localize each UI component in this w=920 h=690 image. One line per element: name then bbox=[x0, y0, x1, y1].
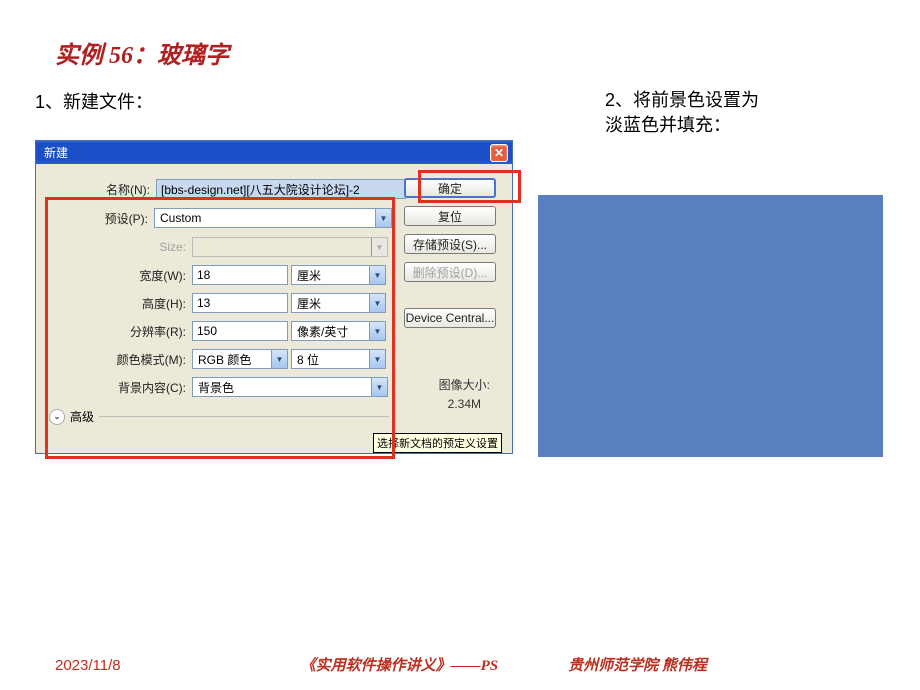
step-2-text: 2、将前景色设置为淡蓝色并填充： bbox=[605, 88, 765, 138]
device-central-button[interactable]: Device Central... bbox=[404, 308, 496, 328]
preset-label: 预设(P): bbox=[58, 210, 148, 227]
width-label: 宽度(W): bbox=[96, 267, 186, 284]
blue-fill-swatch bbox=[538, 195, 883, 457]
color-mode-label: 颜色模式(M): bbox=[96, 351, 186, 368]
height-unit: 厘米 bbox=[297, 295, 321, 312]
preset-value: Custom bbox=[160, 211, 201, 225]
chevron-down-icon: ▼ bbox=[369, 350, 385, 368]
name-label: 名称(N): bbox=[94, 181, 150, 198]
color-bit-select[interactable]: 8 位 ▼ bbox=[291, 349, 386, 369]
dialog-title: 新建 bbox=[44, 144, 68, 161]
footer: 2023/11/8 《实用软件操作讲义》——PS 贵州师范学院 熊伟程 bbox=[0, 654, 920, 675]
resolution-input[interactable] bbox=[192, 321, 288, 341]
button-column: 确定 复位 存储预设(S)... 删除预设(D)... Device Centr… bbox=[404, 178, 496, 336]
ok-button[interactable]: 确定 bbox=[404, 178, 496, 198]
size-select: ▼ bbox=[192, 237, 388, 257]
dialog-body: 名称(N): 预设(P): Custom ▼ Size: ▼ 宽度(W): 厘米 bbox=[36, 164, 512, 453]
bg-content-select[interactable]: 背景色 ▼ bbox=[192, 377, 388, 397]
chevron-down-icon: ▼ bbox=[375, 209, 391, 227]
step-1-text: 1、新建文件： bbox=[35, 88, 153, 114]
resolution-unit: 像素/英寸 bbox=[297, 323, 348, 340]
size-label: Size: bbox=[96, 240, 186, 254]
footer-date: 2023/11/8 bbox=[55, 657, 121, 674]
advanced-label: 高级 bbox=[70, 408, 94, 425]
slide-title: 实例 56：玻璃字 bbox=[55, 35, 229, 70]
chevron-down-icon: ⌄ bbox=[49, 409, 65, 425]
color-mode-select[interactable]: RGB 颜色 ▼ bbox=[192, 349, 288, 369]
width-unit: 厘米 bbox=[297, 267, 321, 284]
footer-center: 《实用软件操作讲义》——PS bbox=[301, 654, 499, 675]
color-bit-value: 8 位 bbox=[297, 351, 319, 368]
close-icon[interactable]: ✕ bbox=[490, 144, 508, 162]
bg-content-value: 背景色 bbox=[198, 379, 234, 396]
width-unit-select[interactable]: 厘米 ▼ bbox=[291, 265, 386, 285]
separator bbox=[99, 416, 389, 417]
reset-button[interactable]: 复位 bbox=[404, 206, 496, 226]
new-file-dialog: 新建 ✕ 名称(N): 预设(P): Custom ▼ Size: ▼ 宽度( bbox=[35, 140, 513, 454]
delete-preset-button: 删除预设(D)... bbox=[404, 262, 496, 282]
chevron-down-icon: ▼ bbox=[271, 350, 287, 368]
preset-tooltip: 选择新文档的预定义设置 bbox=[373, 433, 502, 453]
color-mode-value: RGB 颜色 bbox=[198, 351, 251, 368]
bg-content-label: 背景内容(C): bbox=[96, 379, 186, 396]
chevron-down-icon: ▼ bbox=[371, 238, 387, 256]
name-input[interactable] bbox=[156, 179, 406, 199]
width-input[interactable] bbox=[192, 265, 288, 285]
resolution-label: 分辨率(R): bbox=[96, 323, 186, 340]
height-unit-select[interactable]: 厘米 ▼ bbox=[291, 293, 386, 313]
resolution-unit-select[interactable]: 像素/英寸 ▼ bbox=[291, 321, 386, 341]
save-preset-button[interactable]: 存储预设(S)... bbox=[404, 234, 496, 254]
advanced-expander[interactable]: ⌄ 高级 bbox=[49, 408, 389, 425]
footer-right: 贵州师范学院 熊伟程 bbox=[568, 654, 707, 675]
height-input[interactable] bbox=[192, 293, 288, 313]
image-size-label: 图像大小: bbox=[439, 376, 490, 393]
height-label: 高度(H): bbox=[96, 295, 186, 312]
chevron-down-icon: ▼ bbox=[369, 266, 385, 284]
chevron-down-icon: ▼ bbox=[369, 294, 385, 312]
image-size-info: 图像大小: 2.34M bbox=[439, 376, 490, 411]
image-size-value: 2.34M bbox=[439, 397, 490, 411]
chevron-down-icon: ▼ bbox=[371, 378, 387, 396]
chevron-down-icon: ▼ bbox=[369, 322, 385, 340]
dialog-titlebar[interactable]: 新建 ✕ bbox=[36, 141, 512, 164]
preset-select[interactable]: Custom ▼ bbox=[154, 208, 392, 228]
